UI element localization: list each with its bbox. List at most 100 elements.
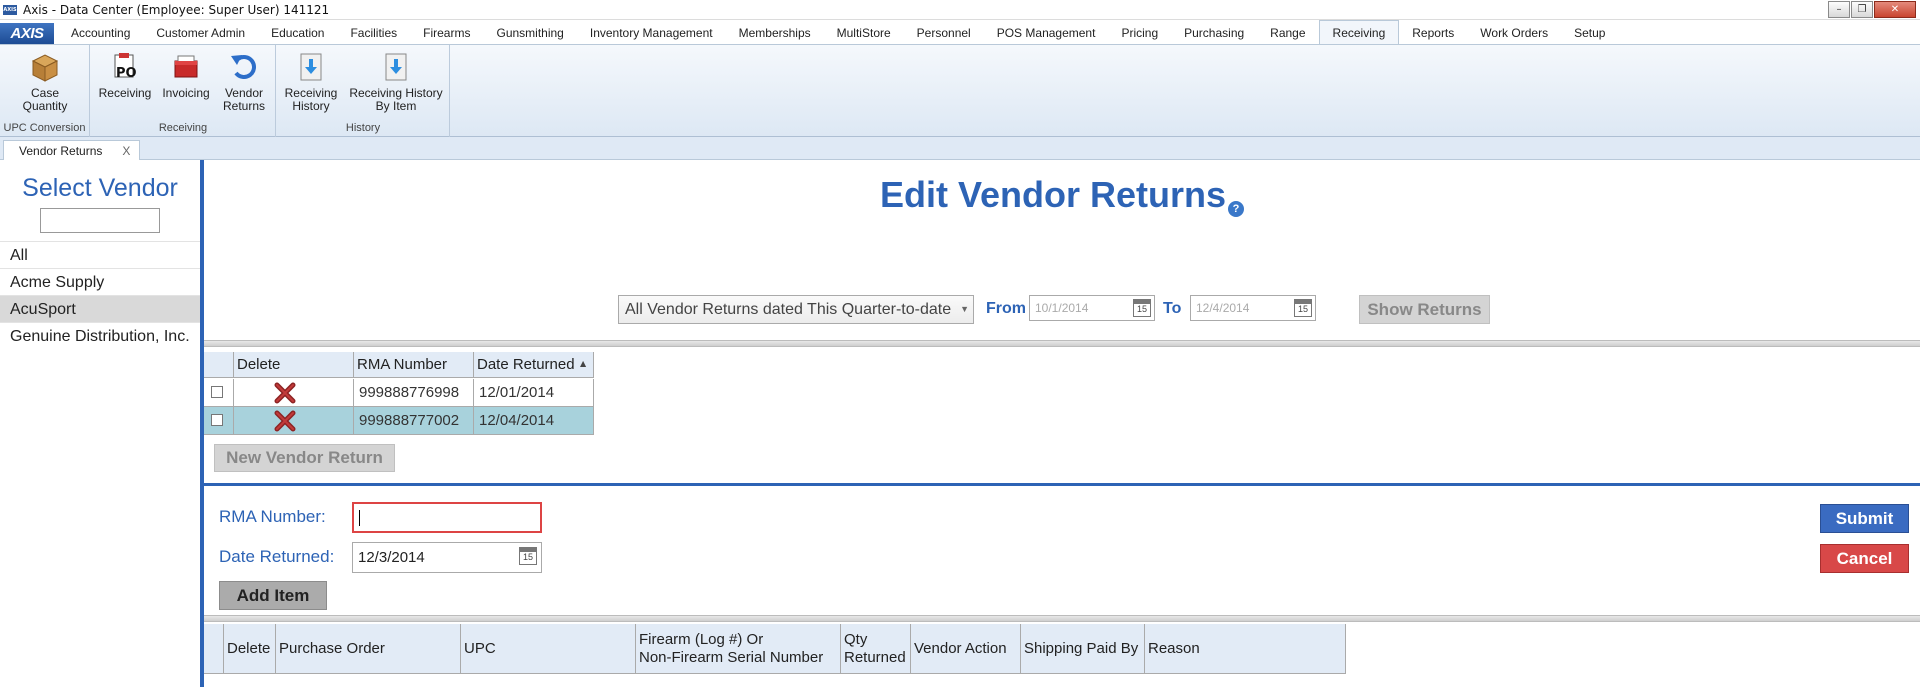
menu-tab-firearms[interactable]: Firearms <box>410 22 483 44</box>
maximize-button[interactable]: ❐ <box>1851 1 1873 18</box>
download-doc-icon <box>300 53 322 81</box>
ribbon-group-receiving: PO Receiving Invoicing Vendor Returns Re… <box>91 45 276 137</box>
from-date-field[interactable]: 10/1/2014 15 <box>1029 295 1155 321</box>
vendor-item-all[interactable]: All <box>0 241 200 268</box>
menu-tab-multistore[interactable]: MultiStore <box>824 22 904 44</box>
show-returns-button[interactable]: Show Returns <box>1359 295 1490 324</box>
rma-number-input[interactable] <box>352 502 542 533</box>
app-icon: AXIS <box>3 4 17 15</box>
items-header-select <box>204 624 224 674</box>
window-title: Axis - Data Center (Employee: Super User… <box>23 2 330 17</box>
case-quantity-button[interactable]: Case Quantity <box>4 51 86 113</box>
new-vendor-return-button[interactable]: New Vendor Return <box>214 444 395 472</box>
ribbon-group-label: UPC Conversion <box>3 122 86 134</box>
date-returned-input[interactable]: 12/3/2014 15 <box>352 542 542 573</box>
page-title-text: Edit Vendor Returns <box>879 174 1227 215</box>
invoice-icon <box>174 55 198 78</box>
delete-icon[interactable] <box>273 382 297 404</box>
menu-tab-customer-admin[interactable]: Customer Admin <box>143 22 258 44</box>
ribbon-group-label: Receiving <box>158 122 208 134</box>
date-range-select[interactable]: All Vendor Returns dated This Quarter-to… <box>618 295 974 324</box>
receiving-history-by-item-button[interactable]: Receiving History By Item <box>345 51 447 113</box>
menu-tab-gunsmithing[interactable]: Gunsmithing <box>483 22 576 44</box>
to-label: To <box>1163 300 1182 317</box>
horizontal-splitter[interactable] <box>204 615 1920 622</box>
cancel-button[interactable]: Cancel <box>1820 544 1909 573</box>
date-range-value: All Vendor Returns dated This Quarter-to… <box>625 301 952 318</box>
delete-icon[interactable] <box>273 410 297 432</box>
row-checkbox[interactable] <box>211 414 223 426</box>
menu-tab-pos-management[interactable]: POS Management <box>984 22 1109 44</box>
close-button[interactable]: ✕ <box>1874 1 1916 18</box>
section-divider <box>204 483 1920 486</box>
rma-number-label: RMA Number: <box>219 507 326 526</box>
tab-close-icon[interactable]: X <box>122 144 130 158</box>
vendor-returns-button[interactable]: Vendor Returns <box>216 51 272 113</box>
items-header-qty-returned[interactable]: Qty Returned <box>841 624 911 674</box>
menu-tab-accounting[interactable]: Accounting <box>58 22 143 44</box>
calendar-icon[interactable]: 15 <box>519 547 537 565</box>
items-header-serial-line-2: Non-Firearm Serial Number <box>639 648 824 666</box>
ribbon-group-upc-conversion: Case Quantity UPC Conversion <box>0 45 90 137</box>
menu-tab-reports[interactable]: Reports <box>1399 22 1467 44</box>
window-controls: – ❐ ✕ <box>1828 1 1916 18</box>
calendar-icon[interactable]: 15 <box>1294 299 1312 317</box>
vendor-item-acusport[interactable]: AcuSport <box>0 295 200 322</box>
invoicing-button[interactable]: Invoicing <box>158 51 214 100</box>
menu-tab-personnel[interactable]: Personnel <box>904 22 984 44</box>
menu-tab-range[interactable]: Range <box>1257 22 1318 44</box>
submit-button[interactable]: Submit <box>1820 504 1909 533</box>
items-header-purchase-order[interactable]: Purchase Order <box>276 624 461 674</box>
receiving-button[interactable]: PO Receiving <box>95 51 155 100</box>
box-icon <box>31 54 59 82</box>
items-header-qty-line-2: Returned <box>844 648 906 666</box>
menu-tab-facilities[interactable]: Facilities <box>337 22 410 44</box>
window-title-bar: AXIS Axis - Data Center (Employee: Super… <box>0 0 1920 20</box>
menu-tab-pricing[interactable]: Pricing <box>1108 22 1171 44</box>
grid-header-delete[interactable]: Delete <box>234 352 354 378</box>
po-icon: PO <box>114 53 137 81</box>
main-content: Edit Vendor Returns? All Vendor Returns … <box>204 160 1920 687</box>
download-doc-icon <box>385 53 407 81</box>
ribbon-group-history: Receiving History Receiving History By I… <box>277 45 450 137</box>
items-header-serial-number[interactable]: Firearm (Log #) Or Non-Firearm Serial Nu… <box>636 624 841 674</box>
items-header-shipping-paid-by[interactable]: Shipping Paid By <box>1021 624 1145 674</box>
calendar-icon[interactable]: 15 <box>1133 299 1151 317</box>
to-date-field[interactable]: 12/4/2014 15 <box>1190 295 1316 321</box>
menu-tab-purchasing[interactable]: Purchasing <box>1171 22 1257 44</box>
grid-header-date-returned[interactable]: Date Returned <box>474 352 594 378</box>
vendor-panel-title: Select Vendor <box>22 174 178 202</box>
receiving-label: Receiving <box>98 86 152 100</box>
menu-tab-education[interactable]: Education <box>258 22 337 44</box>
grid-header-rma-number[interactable]: RMA Number <box>354 352 474 378</box>
tab-label: Vendor Returns <box>19 143 103 158</box>
date-returned-cell: 12/01/2014 <box>474 379 594 407</box>
menu-tab-receiving[interactable]: Receiving <box>1318 20 1400 44</box>
items-header-delete[interactable]: Delete <box>224 624 276 674</box>
vendor-search-input[interactable] <box>40 208 160 233</box>
axis-logo[interactable]: AXIS <box>0 23 54 44</box>
to-date-value: 12/4/2014 <box>1196 301 1250 315</box>
vendor-item-acme-supply[interactable]: Acme Supply <box>0 268 200 295</box>
items-header-reason[interactable]: Reason <box>1145 624 1346 674</box>
vendor-list: All Acme Supply AcuSport Genuine Distrib… <box>0 241 200 349</box>
horizontal-splitter[interactable] <box>204 340 1920 347</box>
sort-ascending-icon: ▲ <box>580 359 587 368</box>
menu-tab-inventory-management[interactable]: Inventory Management <box>577 22 726 44</box>
vendor-item-genuine-distribution[interactable]: Genuine Distribution, Inc. <box>0 322 200 349</box>
minimize-button[interactable]: – <box>1828 1 1850 18</box>
menu-tab-memberships[interactable]: Memberships <box>726 22 824 44</box>
add-item-button[interactable]: Add Item <box>219 581 327 610</box>
date-returned-cell: 12/04/2014 <box>474 407 594 435</box>
items-header-vendor-action[interactable]: Vendor Action <box>911 624 1021 674</box>
invoicing-label: Invoicing <box>162 86 210 100</box>
row-checkbox[interactable] <box>211 386 223 398</box>
menu-tab-work-orders[interactable]: Work Orders <box>1467 22 1561 44</box>
filter-row: All Vendor Returns dated This Quarter-to… <box>204 295 1920 325</box>
menu-tab-setup[interactable]: Setup <box>1561 22 1618 44</box>
page-title: Edit Vendor Returns? <box>204 174 1920 217</box>
receiving-history-button[interactable]: Receiving History <box>279 51 343 113</box>
tab-vendor-returns[interactable]: Vendor Returns X <box>3 140 140 160</box>
items-header-upc[interactable]: UPC <box>461 624 636 674</box>
help-icon[interactable]: ? <box>1228 201 1245 217</box>
